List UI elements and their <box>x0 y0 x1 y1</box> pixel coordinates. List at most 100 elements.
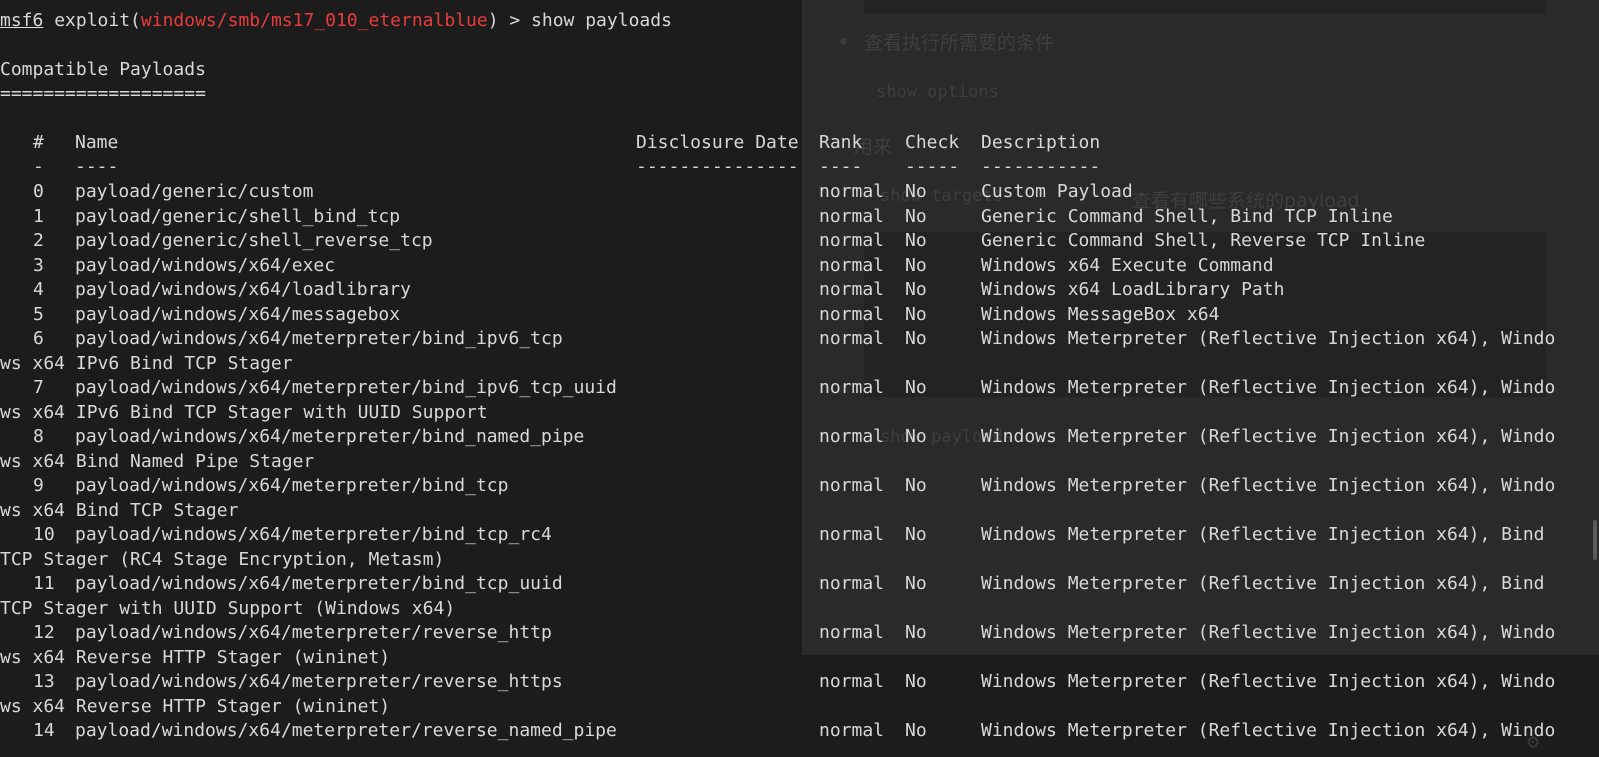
table-row: 13 payload/windows/x64/meterpreter/revers… <box>0 669 1599 694</box>
table-row: 12 payload/windows/x64/meterpreter/revers… <box>0 620 1599 645</box>
row-number: 11 <box>33 573 55 594</box>
column-header-check: Check <box>905 132 960 153</box>
table-row: 0 payload/generic/custom normal No Custom Pa… <box>0 179 1599 204</box>
separator-description: ----------- <box>981 156 1101 177</box>
payload-name: payload/generic/shell_bind_tcp <box>75 205 401 227</box>
payload-rank: normal <box>819 720 885 741</box>
payload-description: Generic Command Shell, Bind TCP Inline <box>981 205 1393 227</box>
description-wrap-line: ws x64 IPv6 Bind TCP Stager <box>0 352 293 374</box>
payload-check: No <box>905 254 927 276</box>
description-wrap-line: ws x64 IPv6 Bind TCP Stager with UUID Su… <box>0 401 488 423</box>
table-row: 2 payload/generic/shell_reverse_tcp normal… <box>0 228 1599 253</box>
payload-check: No <box>905 671 927 692</box>
payload-name: payload/windows/x64/meterpreter/reverse_… <box>75 671 563 692</box>
payload-name: payload/windows/x64/exec <box>75 254 336 276</box>
payload-description: Windows Meterpreter (Reflective Injectio… <box>981 720 1556 741</box>
payload-check: No <box>905 230 927 251</box>
payload-name: payload/windows/x64/meterpreter/bind_ipv… <box>75 377 617 398</box>
table-header: # Name Disclosure Date Rank Check Descri… <box>0 130 1599 155</box>
payload-description: Windows Meterpreter (Reflective Injectio… <box>981 328 1556 349</box>
payload-rank: normal <box>819 573 885 594</box>
payload-name: payload/generic/shell_reverse_tcp <box>75 230 433 251</box>
payload-description: Windows x64 Execute Command <box>981 254 1274 276</box>
table-row: 9 payload/windows/x64/meterpreter/bind_tc… <box>0 473 1599 498</box>
payload-name: payload/windows/x64/messagebox <box>75 303 401 325</box>
separator-rank: ---- <box>819 156 863 177</box>
row-number: 8 <box>33 426 44 447</box>
prompt-command: ) > show payloads <box>487 10 672 31</box>
row-number: 4 <box>33 279 44 300</box>
terminal-output[interactable]: msf6 exploit(windows/smb/ms17_010_eterna… <box>0 0 1599 757</box>
description-wrap-line: ws x64 Bind Named Pipe Stager <box>0 450 315 472</box>
payload-check: No <box>905 279 927 300</box>
prompt-line: msf6 exploit(windows/smb/ms17_010_eterna… <box>0 8 672 33</box>
payload-description: Windows MessageBox x64 <box>981 303 1220 325</box>
payload-check: No <box>905 377 927 398</box>
row-number: 2 <box>33 230 44 251</box>
payload-rank: normal <box>819 230 885 251</box>
separator-num: - <box>33 156 44 177</box>
row-number: 14 <box>33 720 55 741</box>
payload-rank: normal <box>819 279 885 300</box>
payload-check: No <box>905 303 927 325</box>
row-number: 9 <box>33 475 44 496</box>
section-title: Compatible Payloads <box>0 59 206 80</box>
payload-check: No <box>905 720 927 741</box>
payload-check: No <box>905 524 927 545</box>
payload-description: Windows x64 LoadLibrary Path <box>981 279 1285 300</box>
description-wrap-line: ws x64 Bind TCP Stager <box>0 499 239 521</box>
payload-rank: normal <box>819 524 885 545</box>
table-row: 4 payload/windows/x64/loadlibrary normal No… <box>0 277 1599 302</box>
table-row: 7 payload/windows/x64/meterpreter/bind_ip… <box>0 375 1599 400</box>
payload-description: Windows Meterpreter (Reflective Injectio… <box>981 475 1556 496</box>
description-wrap-line: TCP Stager (RC4 Stage Encryption, Metasm… <box>0 548 445 570</box>
table-row: 14 payload/windows/x64/meterpreter/revers… <box>0 718 1599 743</box>
module-name: windows/smb/ms17_010_eternalblue <box>140 10 488 31</box>
table-row: 8 payload/windows/x64/meterpreter/bind_na… <box>0 424 1599 449</box>
separator-name: ---- <box>75 156 119 177</box>
row-number: 0 <box>33 181 44 202</box>
payload-check: No <box>905 205 927 227</box>
payload-name: payload/windows/x64/meterpreter/reverse_… <box>75 622 552 643</box>
payload-name: payload/windows/x64/meterpreter/bind_nam… <box>75 426 585 447</box>
payload-name: payload/windows/x64/loadlibrary <box>75 279 411 300</box>
payload-description: Generic Command Shell, Reverse TCP Inlin… <box>981 230 1426 251</box>
table-header-separator: - ---- --------------- ---- ----- ------… <box>0 154 1599 179</box>
payload-check: No <box>905 622 927 643</box>
payload-rank: normal <box>819 181 885 202</box>
payload-description: Custom Payload <box>981 181 1133 202</box>
msf-prompt: msf6 <box>0 10 44 31</box>
payload-description: Windows Meterpreter (Reflective Injectio… <box>981 622 1556 643</box>
row-number: 12 <box>33 622 55 643</box>
separator-date: --------------- <box>636 156 799 177</box>
payload-check: No <box>905 328 927 349</box>
payload-check: No <box>905 573 927 594</box>
payload-rank: normal <box>819 205 885 227</box>
payload-name: payload/windows/x64/meterpreter/bind_ipv… <box>75 328 563 349</box>
column-header-date: Disclosure Date <box>636 132 799 153</box>
payload-name: payload/windows/x64/meterpreter/bind_tcp <box>75 475 509 496</box>
column-header-name: Name <box>75 132 119 153</box>
table-row: 1 payload/generic/shell_bind_tcp normal No G… <box>0 204 1599 229</box>
column-header-num: # <box>33 132 44 153</box>
table-row: 3 payload/windows/x64/exec normal No Windows… <box>0 253 1599 278</box>
row-number: 5 <box>33 303 44 325</box>
row-number: 7 <box>33 377 44 398</box>
column-header-description: Description <box>981 132 1101 153</box>
payload-rank: normal <box>819 426 885 447</box>
table-row: 10 payload/windows/x64/meterpreter/bind_t… <box>0 522 1599 547</box>
payload-name: payload/generic/custom <box>75 181 314 202</box>
row-number: 6 <box>33 328 44 349</box>
table-row: 5 payload/windows/x64/messagebox normal No W… <box>0 302 1599 327</box>
payload-rank: normal <box>819 328 885 349</box>
description-wrap-line: ws x64 Reverse HTTP Stager (wininet) <box>0 695 391 717</box>
column-header-rank: Rank <box>819 132 863 153</box>
payload-rank: normal <box>819 622 885 643</box>
separator-check: ----- <box>905 156 960 177</box>
description-wrap-line: TCP Stager with UUID Support (Windows x6… <box>0 597 456 619</box>
payload-description: Windows Meterpreter (Reflective Injectio… <box>981 573 1545 594</box>
row-number: 10 <box>33 524 55 545</box>
prompt-text: exploit( <box>43 10 141 31</box>
payload-check: No <box>905 181 927 202</box>
payload-description: Windows Meterpreter (Reflective Injectio… <box>981 426 1556 447</box>
